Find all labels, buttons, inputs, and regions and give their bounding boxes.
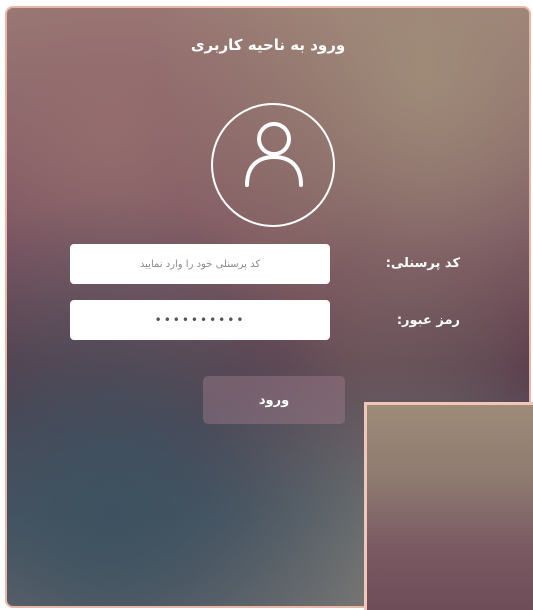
password-input[interactable] — [70, 300, 330, 340]
background-image-fragment — [364, 402, 533, 610]
personnel-code-input[interactable] — [70, 244, 330, 284]
personnel-code-label: کد پرسنلی: — [385, 256, 460, 271]
avatar — [211, 103, 335, 227]
password-label: رمز عبور: — [396, 313, 460, 328]
login-button[interactable]: ورود — [203, 376, 345, 424]
user-icon — [245, 122, 303, 187]
page-title: ورود به ناحیه کاربری — [190, 36, 346, 54]
